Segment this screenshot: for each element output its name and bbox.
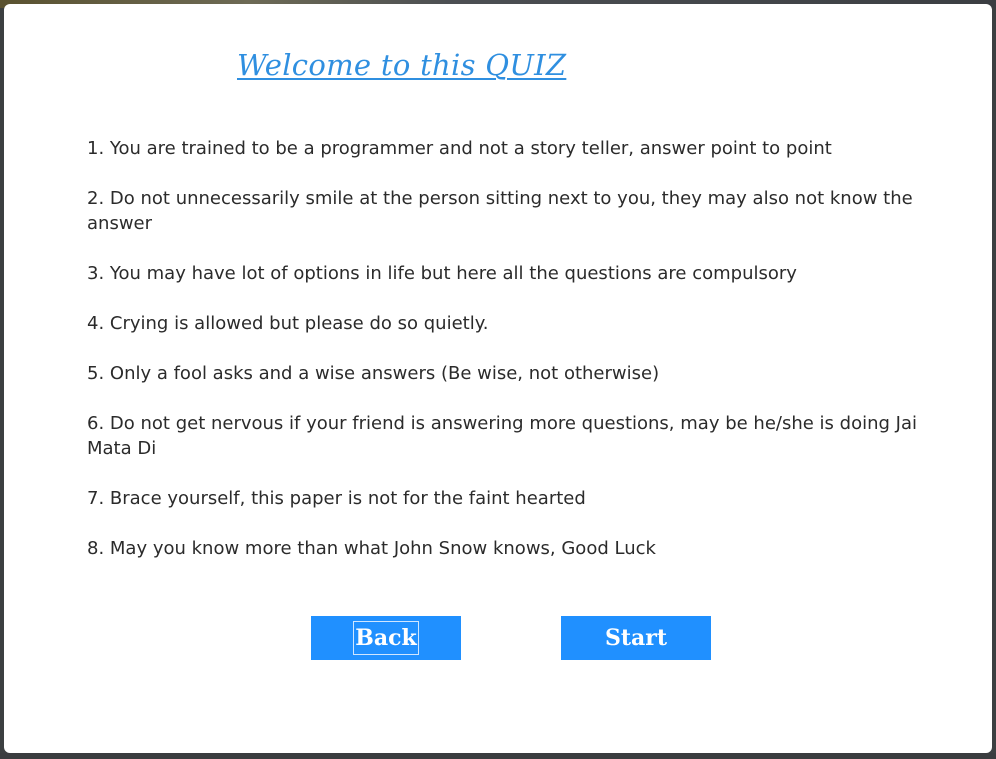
rules-list: 1. You are trained to be a programmer an… (87, 136, 917, 586)
start-button-label: Start (604, 625, 668, 651)
back-button[interactable]: Back (311, 616, 461, 660)
desktop-taskbar-edge (0, 753, 996, 759)
back-button-label: Back (353, 621, 419, 655)
rule-item: 2. Do not unnecessarily smile at the per… (87, 188, 913, 234)
rule-item: 8. May you know more than what John Snow… (87, 538, 656, 559)
rule-item: 4. Crying is allowed but please do so qu… (87, 313, 489, 334)
rule-item: 5. Only a fool asks and a wise answers (… (87, 363, 660, 384)
rule-item: 3. You may have lot of options in life b… (87, 263, 797, 284)
quiz-window: Welcome to this QUIZ 1. You are trained … (4, 4, 992, 753)
rule-item: 6. Do not get nervous if your friend is … (87, 413, 917, 459)
page-title: Welcome to this QUIZ (237, 48, 567, 82)
rule-item: 1. You are trained to be a programmer an… (87, 138, 832, 159)
start-button[interactable]: Start (561, 616, 711, 660)
rule-item: 7. Brace yourself, this paper is not for… (87, 488, 586, 509)
